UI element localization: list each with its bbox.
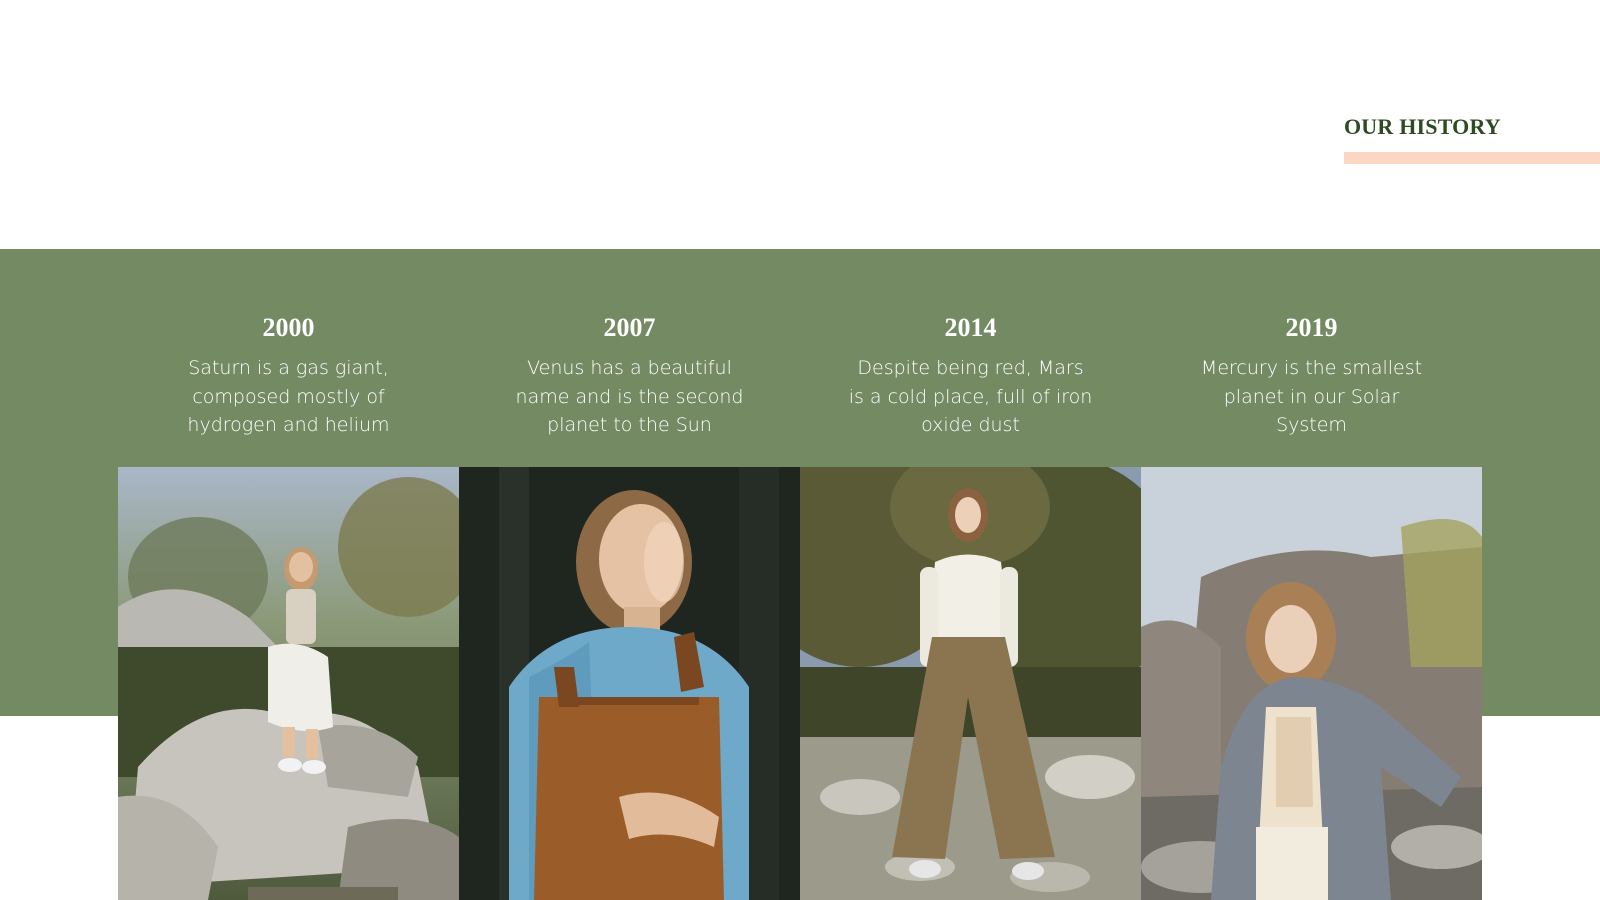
woman-in-overalls-photo [459,467,800,900]
woman-sitting-on-rock-photo [118,467,459,900]
timeline-item-2007: 2007 Venus has a beautiful name and is t… [459,0,800,900]
timeline-year: 2000 [262,313,315,342]
woman-in-grey-coat-photo [1141,467,1482,900]
timeline-description: Mercury is the smallest planet in our So… [1200,357,1423,436]
timeline-item-2014: 2014 Despite being red, Mars is a cold p… [800,0,1141,900]
woman-standing-in-forest-photo [800,467,1141,900]
timeline-item-2000: 2000 Saturn is a gas giant, composed mos… [118,0,459,900]
timeline-description: Despite being red, Mars is a cold place,… [848,357,1093,436]
timeline-year: 2019 [1285,313,1338,342]
timeline: 2000 Saturn is a gas giant, composed mos… [118,0,1482,900]
timeline-year: 2014 [944,313,997,342]
history-slide: OUR HISTORY 2000 Saturn is a gas giant, … [0,0,1600,900]
timeline-year: 2007 [603,313,656,342]
timeline-description: Venus has a beautiful name and is the se… [515,357,744,436]
timeline-description: Saturn is a gas giant, composed mostly o… [187,357,390,436]
timeline-item-2019: 2019 Mercury is the smallest planet in o… [1141,0,1482,900]
